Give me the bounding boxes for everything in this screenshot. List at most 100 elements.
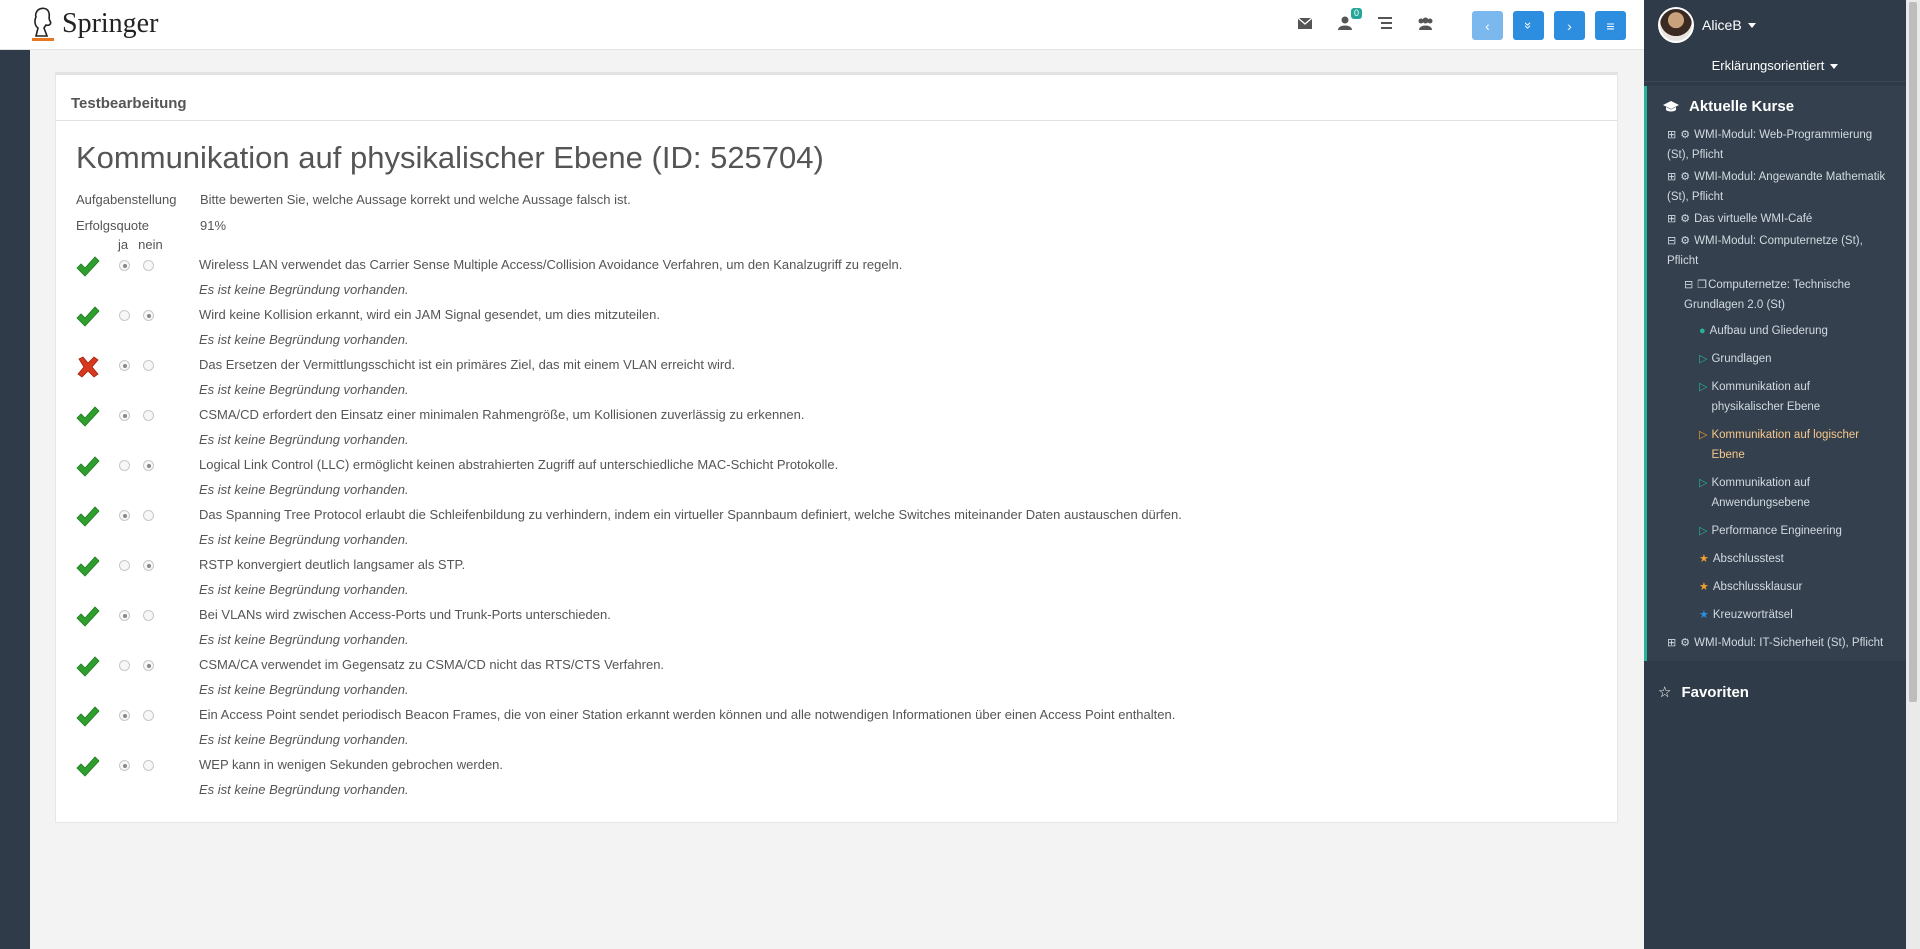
radio-ja[interactable] xyxy=(119,660,130,671)
chapter-logische-ebene[interactable]: ▷ Kommunikation auf logischer Ebene xyxy=(1647,425,1906,465)
play-outline-icon: ▷ xyxy=(1699,477,1708,489)
chapter-performance-engineering[interactable]: ▷ Performance Engineering xyxy=(1647,521,1906,541)
chapter-grundlagen[interactable]: ▷ Grundlagen xyxy=(1647,349,1906,369)
cross-icon xyxy=(77,356,99,378)
radio-ja[interactable] xyxy=(119,560,130,571)
navigation-buttons: ‹ » › ≡ xyxy=(1472,11,1626,40)
avatar xyxy=(1658,7,1694,43)
radio-nein[interactable] xyxy=(143,260,154,271)
question-statement: CSMA/CA verwendet im Gegensatz zu CSMA/C… xyxy=(199,657,665,672)
question-row: WEP kann in wenigen Sekunden gebrochen w… xyxy=(76,752,1606,802)
graduation-cap-icon xyxy=(1663,100,1679,111)
question-reason: Es ist keine Begründung vorhanden. xyxy=(199,282,409,297)
question-row: Das Spanning Tree Protocol erlaubt die S… xyxy=(76,502,1606,552)
user-menu[interactable]: AliceB xyxy=(1644,0,1906,50)
radio-ja[interactable] xyxy=(119,360,130,371)
radio-ja[interactable] xyxy=(119,260,130,271)
scrollbar-thumb[interactable] xyxy=(1909,2,1917,702)
question-statement: WEP kann in wenigen Sekunden gebrochen w… xyxy=(199,757,504,772)
radio-ja[interactable] xyxy=(119,760,130,771)
envelope-icon[interactable] xyxy=(1296,14,1314,32)
chapter-aufbau[interactable]: ● Aufbau und Gliederung xyxy=(1647,321,1906,341)
module-technische-grundlagen[interactable]: ⊟ ❒Computernetze: Technische Grundlagen 2… xyxy=(1647,275,1906,315)
radio-nein[interactable] xyxy=(143,660,154,671)
question-statement: Bei VLANs wird zwischen Access-Ports und… xyxy=(199,607,611,622)
hamburger-icon: ≡ xyxy=(1606,17,1615,34)
users-icon[interactable] xyxy=(1416,14,1434,32)
circle-icon: ● xyxy=(1699,325,1706,337)
star-icon: ★ xyxy=(1699,609,1709,621)
chapter-physikalische-ebene[interactable]: ▷ Kommunikation auf physikalischer Ebene xyxy=(1647,377,1906,417)
question-reason: Es ist keine Begründung vorhanden. xyxy=(199,382,409,397)
question-row: CSMA/CA verwendet im Gegensatz zu CSMA/C… xyxy=(76,652,1606,702)
question-statement: Ein Access Point sendet periodisch Beaco… xyxy=(199,707,1176,722)
quota-row: Erfolgsquote 91% xyxy=(76,218,226,233)
chapter-label: Abschlusstest xyxy=(1712,553,1784,565)
radio-nein[interactable] xyxy=(143,360,154,371)
radio-ja[interactable] xyxy=(119,460,130,471)
radio-nein[interactable] xyxy=(143,310,154,321)
course-it-sicherheit[interactable]: ⊞ ⚙ WMI-Modul: IT-Sicherheit (St), Pflicht xyxy=(1647,633,1906,653)
radio-nein[interactable] xyxy=(143,760,154,771)
course-label: WMI-Modul: Web-Programmierung (St), Pfli… xyxy=(1667,129,1873,161)
notifications-icon[interactable]: 0 xyxy=(1336,8,1362,32)
radio-nein[interactable] xyxy=(143,410,154,421)
question-reason: Es ist keine Begründung vorhanden. xyxy=(199,732,409,747)
question-reason: Es ist keine Begründung vorhanden. xyxy=(199,682,409,697)
collapse-minus-icon: ⊟ xyxy=(1684,279,1694,291)
question-statement: Das Ersetzen der Vermittlungsschicht ist… xyxy=(199,357,736,372)
caret-down-icon xyxy=(1747,22,1756,28)
radio-nein[interactable] xyxy=(143,510,154,521)
expand-plus-icon: ⊞ xyxy=(1667,637,1677,649)
task-title: Kommunikation auf physikalischer Ebene (… xyxy=(76,140,824,175)
radio-ja[interactable] xyxy=(119,410,130,421)
star-icon: ★ xyxy=(1699,553,1709,565)
favorites-heading[interactable]: ☆ Favoriten xyxy=(1644,661,1906,702)
course-angewandte-mathematik[interactable]: ⊞ ⚙ WMI-Modul: Angewandte Mathematik (St),… xyxy=(1647,167,1906,207)
mode-selector[interactable]: Erklärungsorientiert xyxy=(1644,50,1906,82)
play-outline-icon: ▷ xyxy=(1699,429,1708,441)
expand-plus-icon: ⊞ xyxy=(1667,129,1677,141)
next-button[interactable]: › xyxy=(1554,11,1585,40)
chapter-kreuzwortraetsel[interactable]: ★ Kreuzworträtsel xyxy=(1647,605,1906,625)
question-row: Wireless LAN verwendet das Carrier Sense… xyxy=(76,252,1606,302)
radio-nein[interactable] xyxy=(143,560,154,571)
radio-nein[interactable] xyxy=(143,710,154,721)
column-yes: ja xyxy=(118,237,129,252)
course-web-programmierung[interactable]: ⊞ ⚙ WMI-Modul: Web-Programmierung (St), Pf… xyxy=(1647,125,1906,165)
chevron-right-icon: › xyxy=(1567,17,1572,34)
chapter-anwendungsebene[interactable]: ▷ Kommunikation auf Anwendungsebene xyxy=(1647,473,1906,513)
menu-button[interactable]: ≡ xyxy=(1595,11,1626,40)
check-icon xyxy=(76,306,100,327)
cogs-icon: ⚙ xyxy=(1680,235,1691,247)
radio-ja[interactable] xyxy=(119,710,130,721)
radio-ja[interactable] xyxy=(119,310,130,321)
play-outline-icon: ▷ xyxy=(1699,381,1708,393)
expand-button[interactable]: » xyxy=(1513,11,1544,40)
radio-ja[interactable] xyxy=(119,510,130,521)
course-wmi-cafe[interactable]: ⊞ ⚙ Das virtuelle WMI-Café xyxy=(1647,209,1906,229)
favorites-heading-label: Favoriten xyxy=(1681,683,1749,701)
check-icon xyxy=(76,506,100,527)
question-reason: Es ist keine Begründung vorhanden. xyxy=(199,632,409,647)
springer-logo[interactable]: Springer xyxy=(28,6,158,42)
check-icon xyxy=(76,656,100,677)
notifications-badge: 0 xyxy=(1350,8,1362,19)
mode-label: Erklärungsorientiert xyxy=(1711,58,1825,73)
previous-button[interactable]: ‹ xyxy=(1472,11,1503,40)
left-strip xyxy=(0,50,30,949)
cube-icon: ❒ xyxy=(1697,279,1708,291)
radio-ja[interactable] xyxy=(119,610,130,621)
radio-nein[interactable] xyxy=(143,460,154,471)
list-icon[interactable] xyxy=(1376,14,1394,32)
play-outline-icon: ▷ xyxy=(1699,525,1708,537)
check-icon xyxy=(76,706,100,727)
chapter-abschlussklausur[interactable]: ★ Abschlussklausur xyxy=(1647,577,1906,597)
chapter-abschlusstest[interactable]: ★ Abschlusstest xyxy=(1647,549,1906,569)
course-label: Das virtuelle WMI-Café xyxy=(1694,213,1813,225)
radio-nein[interactable] xyxy=(143,610,154,621)
course-computernetze[interactable]: ⊟ ⚙ WMI-Modul: Computernetze (St), Pflicht xyxy=(1647,231,1906,271)
courses-heading: Aktuelle Kurse xyxy=(1647,86,1906,125)
page-scrollbar[interactable] xyxy=(1906,0,1920,949)
question-reason: Es ist keine Begründung vorhanden. xyxy=(199,532,409,547)
